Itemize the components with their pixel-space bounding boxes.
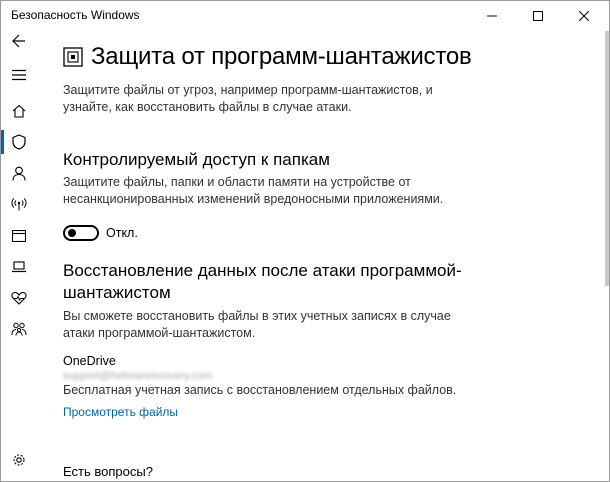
laptop-icon xyxy=(12,261,26,273)
onedrive-account-description: Бесплатная учетная запись с восстановлен… xyxy=(63,383,457,397)
shield-icon xyxy=(12,134,26,150)
minimize-button[interactable] xyxy=(469,1,515,31)
maximize-button[interactable] xyxy=(515,1,561,31)
sidebar-item-home[interactable] xyxy=(1,96,37,126)
app-window: Безопасность Windows Защита от программ-… xyxy=(0,0,610,482)
sidebar-item-firewall[interactable] xyxy=(1,189,37,219)
back-button[interactable] xyxy=(1,26,37,56)
family-icon xyxy=(11,322,27,336)
maximize-icon xyxy=(533,11,543,21)
ransomware-protection-icon xyxy=(63,47,83,67)
recovery-description-line-1: Вы сможете восстановить файлы в этих уче… xyxy=(63,309,451,323)
recovery-heading-line-2: шантажистом xyxy=(63,283,171,302)
sidebar-item-app-browser[interactable] xyxy=(1,221,37,251)
page-title: Защита от программ-шантажистов xyxy=(91,43,472,70)
cfa-description-line-2: несанкционированных изменений вредоносны… xyxy=(63,192,444,206)
cfa-toggle-label: Откл. xyxy=(106,226,138,240)
sidebar-item-virus-protection[interactable] xyxy=(1,127,37,157)
page-header: Защита от программ-шантажистов xyxy=(63,43,472,71)
toggle-knob xyxy=(68,229,76,237)
close-icon xyxy=(579,11,589,21)
back-arrow-icon xyxy=(12,34,25,48)
sidebar-item-account[interactable] xyxy=(1,158,37,188)
sidebar-item-device-security[interactable] xyxy=(1,252,37,282)
cfa-toggle[interactable] xyxy=(63,225,99,241)
menu-button[interactable] xyxy=(1,60,37,90)
title-bar: Безопасность Windows xyxy=(1,1,609,31)
gear-icon xyxy=(13,454,25,466)
page-description-line-2: узнайте, как восстановить файлы в случае… xyxy=(63,100,352,114)
hamburger-menu-icon xyxy=(12,69,26,81)
onedrive-service-name: OneDrive xyxy=(63,354,116,368)
scrollbar[interactable] xyxy=(605,31,609,286)
view-files-link[interactable]: Просмотреть файлы xyxy=(63,405,178,419)
cfa-description-line-1: Защитите файлы, папки и области памяти н… xyxy=(63,175,411,189)
sidebar-item-settings[interactable] xyxy=(1,445,37,475)
minimize-icon xyxy=(487,15,497,17)
close-button[interactable] xyxy=(561,1,607,31)
sidebar-item-device-health[interactable] xyxy=(1,283,37,313)
recovery-heading-line-1: Восстановление данных после атаки програ… xyxy=(63,261,462,280)
person-icon xyxy=(12,166,26,181)
cfa-heading: Контролируемый доступ к папкам xyxy=(63,150,330,169)
onedrive-account-email: support@hetmanrecovery.com xyxy=(63,370,213,382)
recovery-description-line-2: атаки программой-шантажистом. xyxy=(63,326,256,340)
home-icon xyxy=(12,104,26,118)
main-content: Защита от программ-шантажистов Защитите … xyxy=(63,31,593,481)
app-browser-icon xyxy=(12,230,26,242)
heart-icon xyxy=(11,291,27,305)
sidebar-item-family-options[interactable] xyxy=(1,314,37,344)
questions-heading: Есть вопросы? xyxy=(63,464,153,479)
page-description-line-1: Защитите файлы от угроз, например програ… xyxy=(63,83,433,97)
wireless-icon xyxy=(11,198,27,211)
app-title: Безопасность Windows xyxy=(11,8,140,22)
sidebar xyxy=(1,31,37,481)
